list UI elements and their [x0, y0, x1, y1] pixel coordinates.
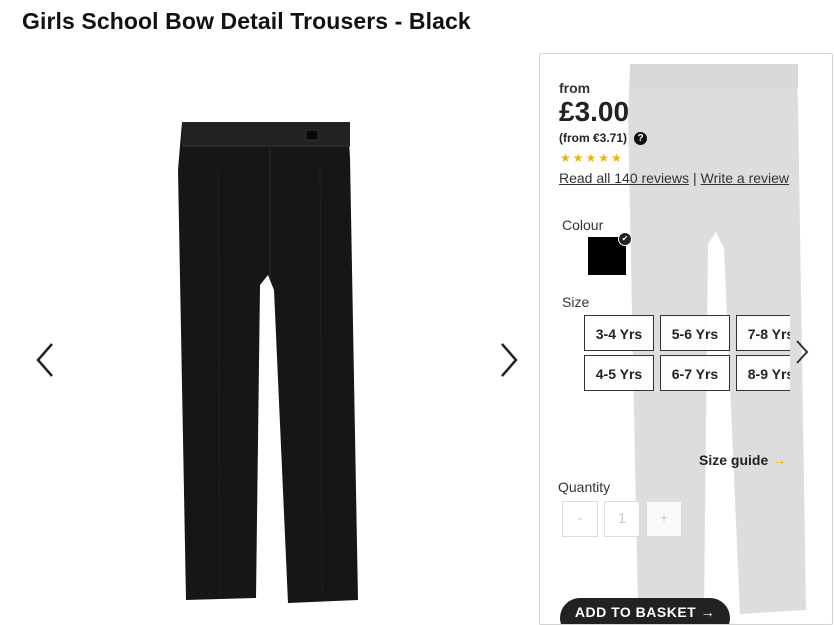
- size-options: 3-4 Yrs 5-6 Yrs 7-8 Yrs 4-5 Yrs 6-7 Yrs …: [584, 315, 790, 395]
- chevron-right-icon: [796, 340, 809, 364]
- product-title: Girls School Bow Detail Trousers - Black: [22, 8, 471, 34]
- size-option[interactable]: 5-6 Yrs: [660, 315, 730, 351]
- reviews-links: Read all 140 reviews | Write a review: [559, 170, 789, 186]
- quantity-input[interactable]: 1: [604, 501, 640, 537]
- product-image: [178, 122, 358, 603]
- size-option[interactable]: 6-7 Yrs: [660, 355, 730, 391]
- size-guide-label: Size guide: [699, 452, 769, 468]
- arrow-right-icon: →: [772, 452, 787, 468]
- size-option[interactable]: 7-8 Yrs: [736, 315, 790, 351]
- size-guide-link[interactable]: Size guide →: [699, 452, 786, 468]
- quantity-decrease-button[interactable]: -: [562, 501, 598, 537]
- from-label: from: [559, 80, 591, 96]
- price: £3.00: [559, 96, 630, 127]
- size-next-button[interactable]: [794, 338, 810, 371]
- help-icon[interactable]: ?: [634, 132, 647, 145]
- check-icon: ✔: [618, 232, 632, 246]
- quantity-increase-button[interactable]: +: [646, 501, 682, 537]
- prev-image-button[interactable]: [30, 340, 60, 385]
- size-option[interactable]: 8-9 Yrs: [736, 355, 790, 391]
- quantity-label: Quantity: [558, 479, 611, 495]
- review-separator: |: [692, 170, 697, 186]
- next-image-button[interactable]: [494, 340, 524, 385]
- alt-currency-price: (from €3.71): [559, 131, 628, 145]
- read-reviews-link[interactable]: Read all 140 reviews: [559, 170, 689, 186]
- size-option[interactable]: 4-5 Yrs: [584, 355, 654, 391]
- chevron-left-icon: [36, 343, 53, 377]
- write-review-link[interactable]: Write a review: [701, 170, 789, 186]
- size-label: Size: [562, 294, 590, 310]
- chevron-right-icon: [501, 343, 518, 377]
- image-gallery: [0, 50, 536, 612]
- size-option[interactable]: 3-4 Yrs: [584, 315, 654, 351]
- colour-label: Colour: [562, 217, 604, 233]
- product-panel: from £3.00 (from €3.71) ? ★★★★★ Read all…: [539, 53, 833, 625]
- star-rating: ★★★★★: [560, 151, 624, 165]
